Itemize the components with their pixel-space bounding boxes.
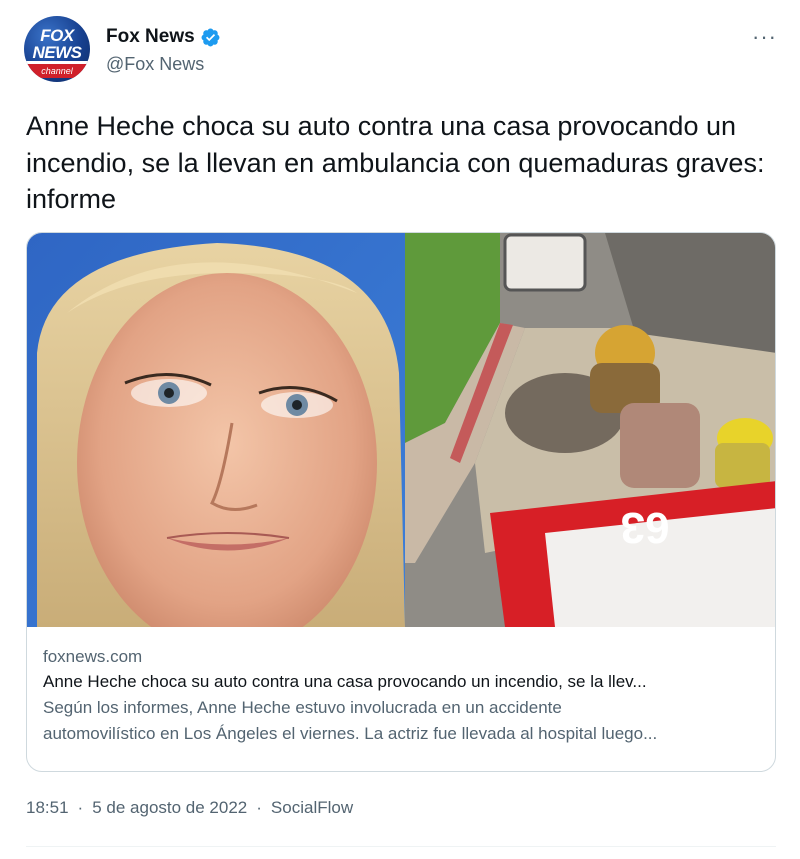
tweet-time[interactable]: 18:51 (26, 798, 69, 818)
tweet[interactable]: FOX NEWS channel Fox News @Fox News ··· … (0, 0, 800, 859)
avatar-logo-line3: channel (24, 64, 90, 78)
divider (26, 846, 776, 847)
card-description-line: Según los informes, Anne Heche estuvo in… (43, 698, 562, 717)
card-image[interactable]: 63 (27, 233, 775, 627)
avatar-logo-line1: FOX (40, 26, 74, 45)
card-description-line: automovilístico en Los Ángeles el vierne… (43, 724, 658, 743)
card-title[interactable]: Anne Heche choca su auto contra una casa… (43, 669, 763, 695)
tweet-date[interactable]: 5 de agosto de 2022 (92, 798, 247, 818)
card-meta[interactable]: foxnews.com Anne Heche choca su auto con… (43, 645, 763, 747)
card-description: Según los informes, Anne Heche estuvo in… (43, 695, 763, 747)
more-options-icon[interactable]: ··· (752, 24, 777, 50)
card-domain[interactable]: foxnews.com (43, 645, 763, 669)
tweet-source[interactable]: SocialFlow (271, 798, 353, 818)
author-name-row[interactable]: Fox News (106, 26, 221, 48)
tweet-footer: 18:51 · 5 de agosto de 2022 · SocialFlow (26, 798, 353, 818)
footer-separator: · (256, 798, 262, 817)
ambulance-photo: 63 (405, 233, 775, 627)
footer-separator: · (77, 798, 84, 817)
avatar[interactable]: FOX NEWS channel (24, 16, 90, 82)
tweet-text: Anne Heche choca su auto contra una casa… (26, 111, 765, 214)
truck-number: 63 (621, 503, 670, 552)
display-name[interactable]: Fox News (106, 26, 195, 48)
author-handle[interactable]: @Fox News (106, 54, 204, 75)
avatar-logo-line2: NEWS (32, 43, 83, 62)
verified-badge-icon (201, 28, 220, 46)
link-card[interactable]: 63 foxnews.com Anne Heche choca su auto … (26, 232, 776, 772)
portrait-photo (27, 233, 405, 627)
